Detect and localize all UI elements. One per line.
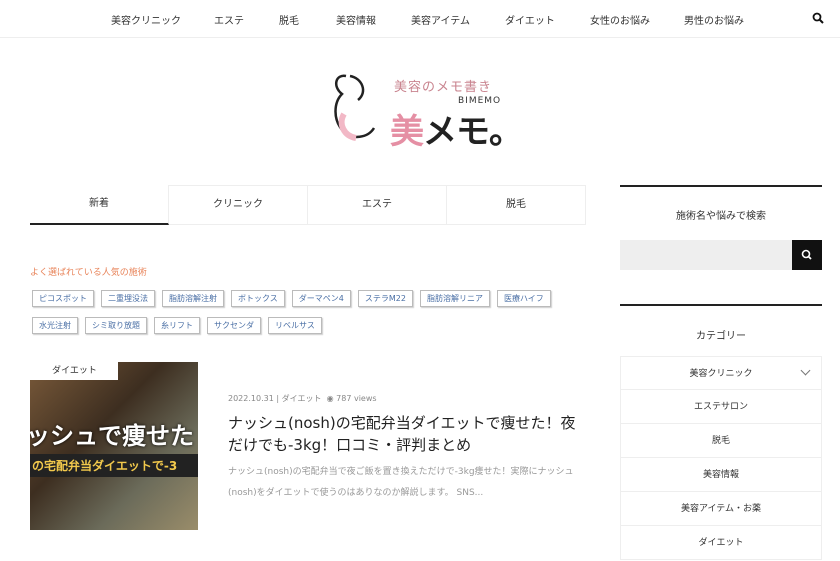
article-date: 2022.10.31 <box>228 394 274 403</box>
sidebar-divider <box>620 185 822 187</box>
category-label: 脱毛 <box>711 436 730 446</box>
nav-beauty-info[interactable]: 美容情報 <box>336 12 376 27</box>
bunny-logo-icon <box>334 74 376 141</box>
popular-chip[interactable]: 二重埋没法 <box>101 290 155 307</box>
category-label: ダイエット <box>698 538 744 548</box>
search-icon[interactable] <box>812 12 824 24</box>
category-item[interactable]: ダイエット <box>620 526 822 560</box>
sidebar-search-button[interactable] <box>792 240 822 270</box>
popular-chip[interactable]: ダーマペン4 <box>291 290 351 307</box>
popular-chip[interactable]: シミ取り放題 <box>85 317 147 334</box>
category-label: 美容情報 <box>702 470 739 480</box>
popular-chips: ピコスポット 二重埋没法 脂肪溶解注射 ボトックス ダーマペン4 ステラM22 脂肪溶解リニ… <box>32 286 572 340</box>
popular-chip[interactable]: リベルサス <box>268 317 322 334</box>
article-thumbnail[interactable]: ダイエット ッシュで痩せた の宅配弁当ダイエットで-3 <box>30 362 198 530</box>
thumbnail-category: ダイエット <box>30 362 118 380</box>
category-title: カテゴリー <box>696 331 746 342</box>
category-label: エステサロン <box>693 402 748 412</box>
nav-beauty-items[interactable]: 美容アイテム <box>411 12 470 27</box>
logo-main-pink: 美 <box>390 112 424 152</box>
nav-beauty-clinic[interactable]: 美容クリニック <box>111 12 181 27</box>
category-item[interactable]: 美容クリニック <box>620 356 822 390</box>
nav-hair-removal[interactable]: 脱毛 <box>279 12 299 27</box>
site-logo[interactable]: 美容のメモ書き BIMEMO 美メモ。 <box>328 72 528 152</box>
popular-title: よく選ばれている人気の施術 <box>30 268 147 278</box>
category-item[interactable]: 脱毛 <box>620 424 822 458</box>
post-tabs: 新着 クリニック エステ 脱毛 <box>30 185 586 225</box>
logo-main-text: メモ。 <box>423 112 523 152</box>
category-item[interactable]: 美容情報 <box>620 458 822 492</box>
article-meta: 2022.10.31 | ダイエット ◉ 787 views <box>228 394 377 403</box>
popular-chip[interactable]: ピコスポット <box>32 290 94 307</box>
eye-icon: ◉ <box>326 394 334 403</box>
article-excerpt: ナッシュ(nosh)の宅配弁当で夜ご飯を置き換えただけで-3kg痩せた！実際にナ… <box>228 467 574 498</box>
sidebar-divider <box>620 304 822 306</box>
thumbnail-subtext: の宅配弁当ダイエットで-3 <box>30 454 198 477</box>
tab-esthe[interactable]: エステ <box>308 185 447 225</box>
article-views: 787 views <box>336 394 377 403</box>
nav-women[interactable]: 女性のお悩み <box>590 12 650 27</box>
popular-chip[interactable]: ボトックス <box>231 290 285 307</box>
tab-new[interactable]: 新着 <box>30 185 169 225</box>
nav-diet[interactable]: ダイエット <box>505 12 555 27</box>
category-label: 美容クリニック <box>689 369 753 379</box>
popular-chip[interactable]: ステラM22 <box>357 290 413 307</box>
popular-chip[interactable]: 医療ハイフ <box>496 290 551 307</box>
popular-chip[interactable]: 水光注射 <box>32 317 78 334</box>
category-label: 美容アイテム・お薬 <box>680 504 762 514</box>
thumbnail-text: ッシュで痩せた <box>30 422 194 450</box>
search-title: 施術名や悩みで検索 <box>676 211 766 222</box>
category-item[interactable]: エステサロン <box>620 390 822 424</box>
nav-men[interactable]: 男性のお悩み <box>684 12 744 27</box>
chevron-down-icon[interactable] <box>800 365 811 376</box>
popular-chip[interactable]: サクセンダ <box>207 317 261 334</box>
popular-chip[interactable]: 脂肪溶解注射 <box>162 290 224 307</box>
category-item[interactable]: 美容アイテム・お薬 <box>620 492 822 526</box>
search-icon <box>801 249 812 260</box>
popular-chip[interactable]: 糸リフト <box>154 317 200 334</box>
logo-main: 美メモ。 <box>390 104 523 153</box>
category-list: 美容クリニック エステサロン 脱毛美容情報美容アイテム・お薬 ダイエット <box>620 356 822 560</box>
article-category[interactable]: ダイエット <box>282 394 322 403</box>
article-title[interactable]: ナッシュ(nosh)の宅配弁当ダイエットで痩せた！夜だけでも-3kg！口コミ・評… <box>228 412 588 456</box>
top-nav: 美容クリニック エステ 脱毛 美容情報 美容アイテム ダイエット 女性のお悩み … <box>0 0 840 38</box>
popular-chip[interactable]: 脂肪溶解リニア <box>419 290 490 307</box>
sidebar-search-input[interactable] <box>620 240 792 270</box>
nav-esthe[interactable]: エステ <box>214 12 244 27</box>
tab-clinic[interactable]: クリニック <box>169 185 308 225</box>
tab-hair-removal[interactable]: 脱毛 <box>447 185 586 225</box>
logo-subtitle: 美容のメモ書き <box>394 80 493 95</box>
